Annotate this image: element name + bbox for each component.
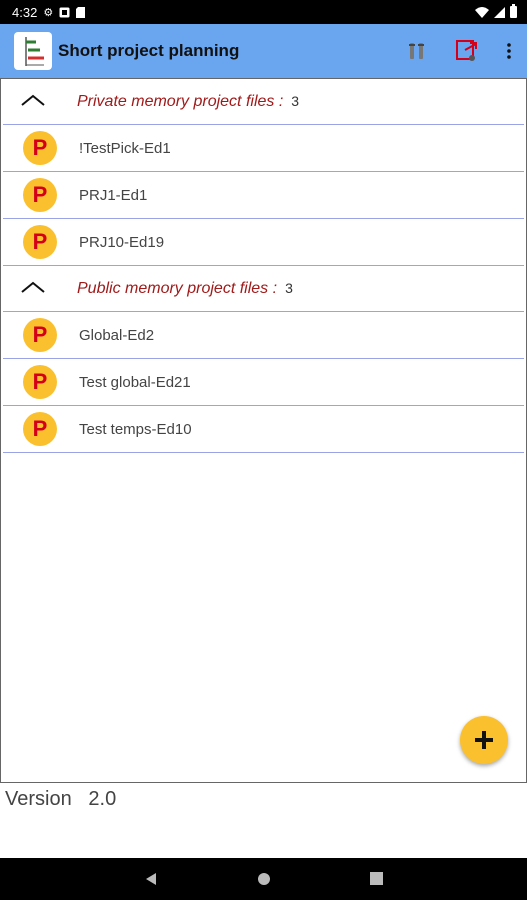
list-item[interactable]: P Global-Ed2 bbox=[3, 312, 524, 359]
signal-icon bbox=[494, 6, 505, 18]
export-file-icon bbox=[456, 40, 477, 61]
home-icon[interactable] bbox=[257, 872, 271, 886]
project-badge-icon: P bbox=[23, 131, 57, 165]
notification-status-icon bbox=[59, 7, 70, 17]
list-item[interactable]: P Test temps-Ed10 bbox=[3, 406, 524, 453]
sd-card-status-icon bbox=[76, 6, 86, 18]
group-header-private[interactable]: Private memory project files :3 bbox=[3, 79, 524, 125]
app-logo-icon bbox=[14, 32, 52, 70]
project-badge-icon: P bbox=[23, 225, 57, 259]
settings-tools-button[interactable] bbox=[403, 37, 431, 65]
list-item[interactable]: P PRJ1-Ed1 bbox=[3, 172, 524, 219]
project-name: Global-Ed2 bbox=[79, 326, 155, 344]
project-name: Test global-Ed21 bbox=[79, 373, 191, 391]
more-vert-icon bbox=[507, 43, 511, 59]
project-badge-icon: P bbox=[23, 412, 57, 446]
project-badge-icon: P bbox=[23, 178, 57, 212]
wifi-icon bbox=[475, 6, 489, 18]
status-bar: 4:32 ⚙ bbox=[0, 0, 527, 24]
chevron-up-icon[interactable] bbox=[19, 278, 47, 298]
battery-icon bbox=[510, 4, 517, 18]
export-file-button[interactable] bbox=[453, 37, 481, 65]
version-value: 2.0 bbox=[88, 788, 117, 810]
project-badge-icon: P bbox=[23, 365, 57, 399]
app-title: Short project planning bbox=[58, 41, 240, 60]
group-count: 3 bbox=[285, 279, 293, 296]
group-count: 3 bbox=[291, 92, 300, 109]
status-time: 4:32 bbox=[12, 4, 38, 20]
list-item[interactable]: P !TestPick-Ed1 bbox=[3, 125, 524, 172]
overflow-menu-button[interactable] bbox=[503, 37, 515, 65]
list-item[interactable]: P PRJ10-Ed19 bbox=[3, 219, 524, 266]
version-label: Version bbox=[5, 788, 72, 810]
project-name: !TestPick-Ed1 bbox=[79, 139, 171, 157]
settings-status-icon: ⚙ bbox=[43, 6, 54, 19]
project-name: Test temps-Ed10 bbox=[79, 420, 192, 438]
project-list: Private memory project files :3 P !TestP… bbox=[0, 78, 527, 783]
group-header-public[interactable]: Public memory project files :3 bbox=[3, 266, 524, 312]
group-label: Public memory project files :3 bbox=[77, 279, 293, 297]
system-nav-bar bbox=[0, 858, 527, 900]
back-icon[interactable] bbox=[144, 872, 158, 886]
recents-icon[interactable] bbox=[370, 872, 383, 885]
group-label: Private memory project files :3 bbox=[77, 92, 300, 110]
version-info: Version 2.0 bbox=[5, 788, 116, 811]
project-name: PRJ10-Ed19 bbox=[79, 233, 165, 251]
add-icon bbox=[475, 731, 493, 749]
list-item[interactable]: P Test global-Ed21 bbox=[3, 359, 524, 406]
project-badge-icon: P bbox=[23, 318, 57, 352]
add-project-button[interactable] bbox=[460, 716, 508, 764]
project-name: PRJ1-Ed1 bbox=[79, 186, 148, 204]
settings-tools-icon bbox=[409, 43, 424, 59]
app-bar: Short project planning bbox=[0, 24, 527, 78]
chevron-up-icon[interactable] bbox=[19, 91, 47, 111]
